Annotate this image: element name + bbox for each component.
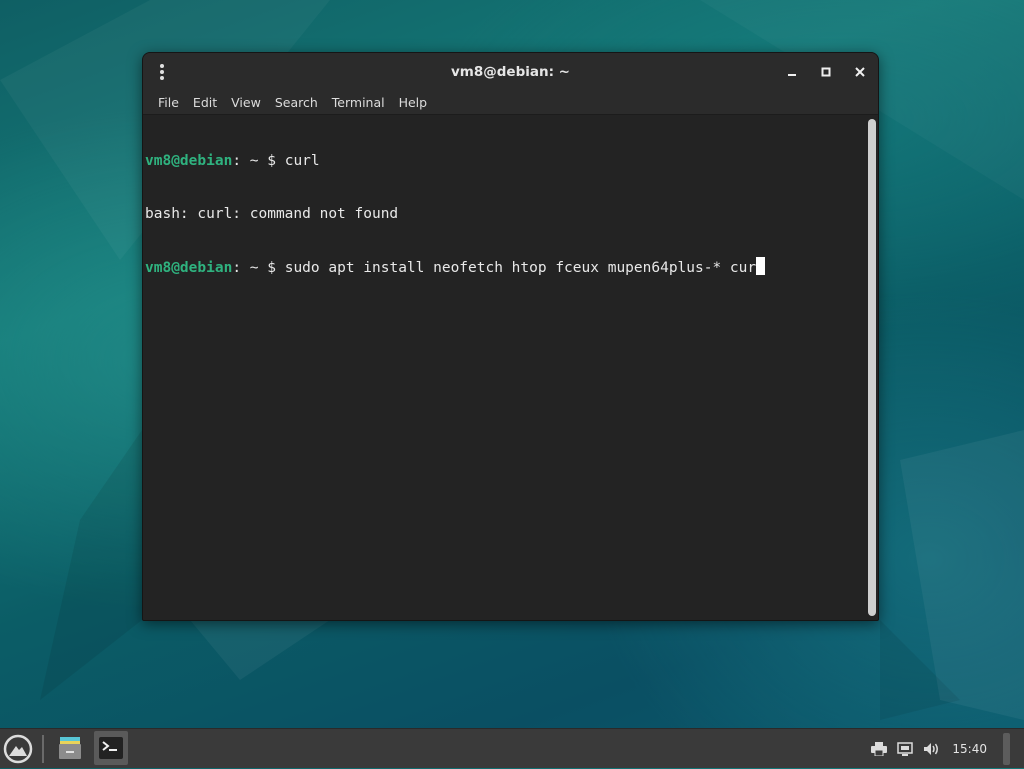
menu-view[interactable]: View xyxy=(224,91,268,115)
menu-file[interactable]: File xyxy=(151,91,186,115)
terminal-task-button[interactable] xyxy=(94,731,128,765)
system-tray: 15:40 xyxy=(870,729,1010,769)
menu-terminal[interactable]: Terminal xyxy=(325,91,392,115)
command-text: $ curl xyxy=(267,153,320,169)
network-icon xyxy=(897,742,914,756)
prompt-path: : ~ xyxy=(232,260,259,276)
minimize-button[interactable] xyxy=(780,61,804,83)
start-menu-button[interactable] xyxy=(3,734,33,764)
prompt-path: : ~ xyxy=(232,153,259,169)
prompt-user: vm8@debian xyxy=(145,260,233,276)
volume-icon xyxy=(923,743,938,755)
printer-tray-button[interactable] xyxy=(870,740,888,758)
menubar: File Edit View Search Terminal Help xyxy=(143,91,878,115)
menu-edit[interactable]: Edit xyxy=(186,91,224,115)
file-manager-icon xyxy=(59,737,81,759)
terminal-scrollbar[interactable] xyxy=(868,119,876,616)
maximize-icon xyxy=(821,67,831,77)
close-button[interactable] xyxy=(848,61,872,83)
window-titlebar[interactable]: vm8@debian: ~ xyxy=(143,53,878,91)
close-icon xyxy=(855,67,865,77)
prompt-user: vm8@debian xyxy=(145,153,233,169)
terminal-line: vm8@debian: ~ $ curl xyxy=(145,151,864,172)
terminal-output[interactable]: vm8@debian: ~ $ curl bash: curl: command… xyxy=(143,116,864,620)
printer-icon xyxy=(871,742,888,756)
taskbar-separator xyxy=(42,735,44,763)
terminal-icon xyxy=(99,737,123,759)
terminal-line: bash: curl: command not found xyxy=(145,204,864,225)
output-text: bash: curl: command not found xyxy=(145,206,399,222)
network-tray-button[interactable] xyxy=(896,740,914,758)
maximize-button[interactable] xyxy=(814,61,838,83)
window-title: vm8@debian: ~ xyxy=(450,64,570,80)
show-desktop-button[interactable] xyxy=(1003,733,1010,765)
menu-search[interactable]: Search xyxy=(268,91,325,115)
terminal-line: vm8@debian: ~ $ sudo apt install neofetc… xyxy=(145,257,864,278)
kebab-menu-icon xyxy=(160,64,164,80)
file-manager-button[interactable] xyxy=(53,731,87,765)
taskbar: 15:40 xyxy=(0,728,1024,768)
terminal-window: vm8@debian: ~ File Edit View Search Term… xyxy=(142,52,879,621)
clock[interactable]: 15:40 xyxy=(952,742,987,756)
menu-icon xyxy=(3,734,33,764)
menu-help[interactable]: Help xyxy=(392,91,435,115)
minimize-icon xyxy=(788,74,796,76)
volume-tray-button[interactable] xyxy=(922,740,940,758)
text-cursor xyxy=(756,257,766,275)
command-text: $ sudo apt install neofetch htop fceux m… xyxy=(267,260,757,276)
window-menu-button[interactable] xyxy=(151,61,173,83)
